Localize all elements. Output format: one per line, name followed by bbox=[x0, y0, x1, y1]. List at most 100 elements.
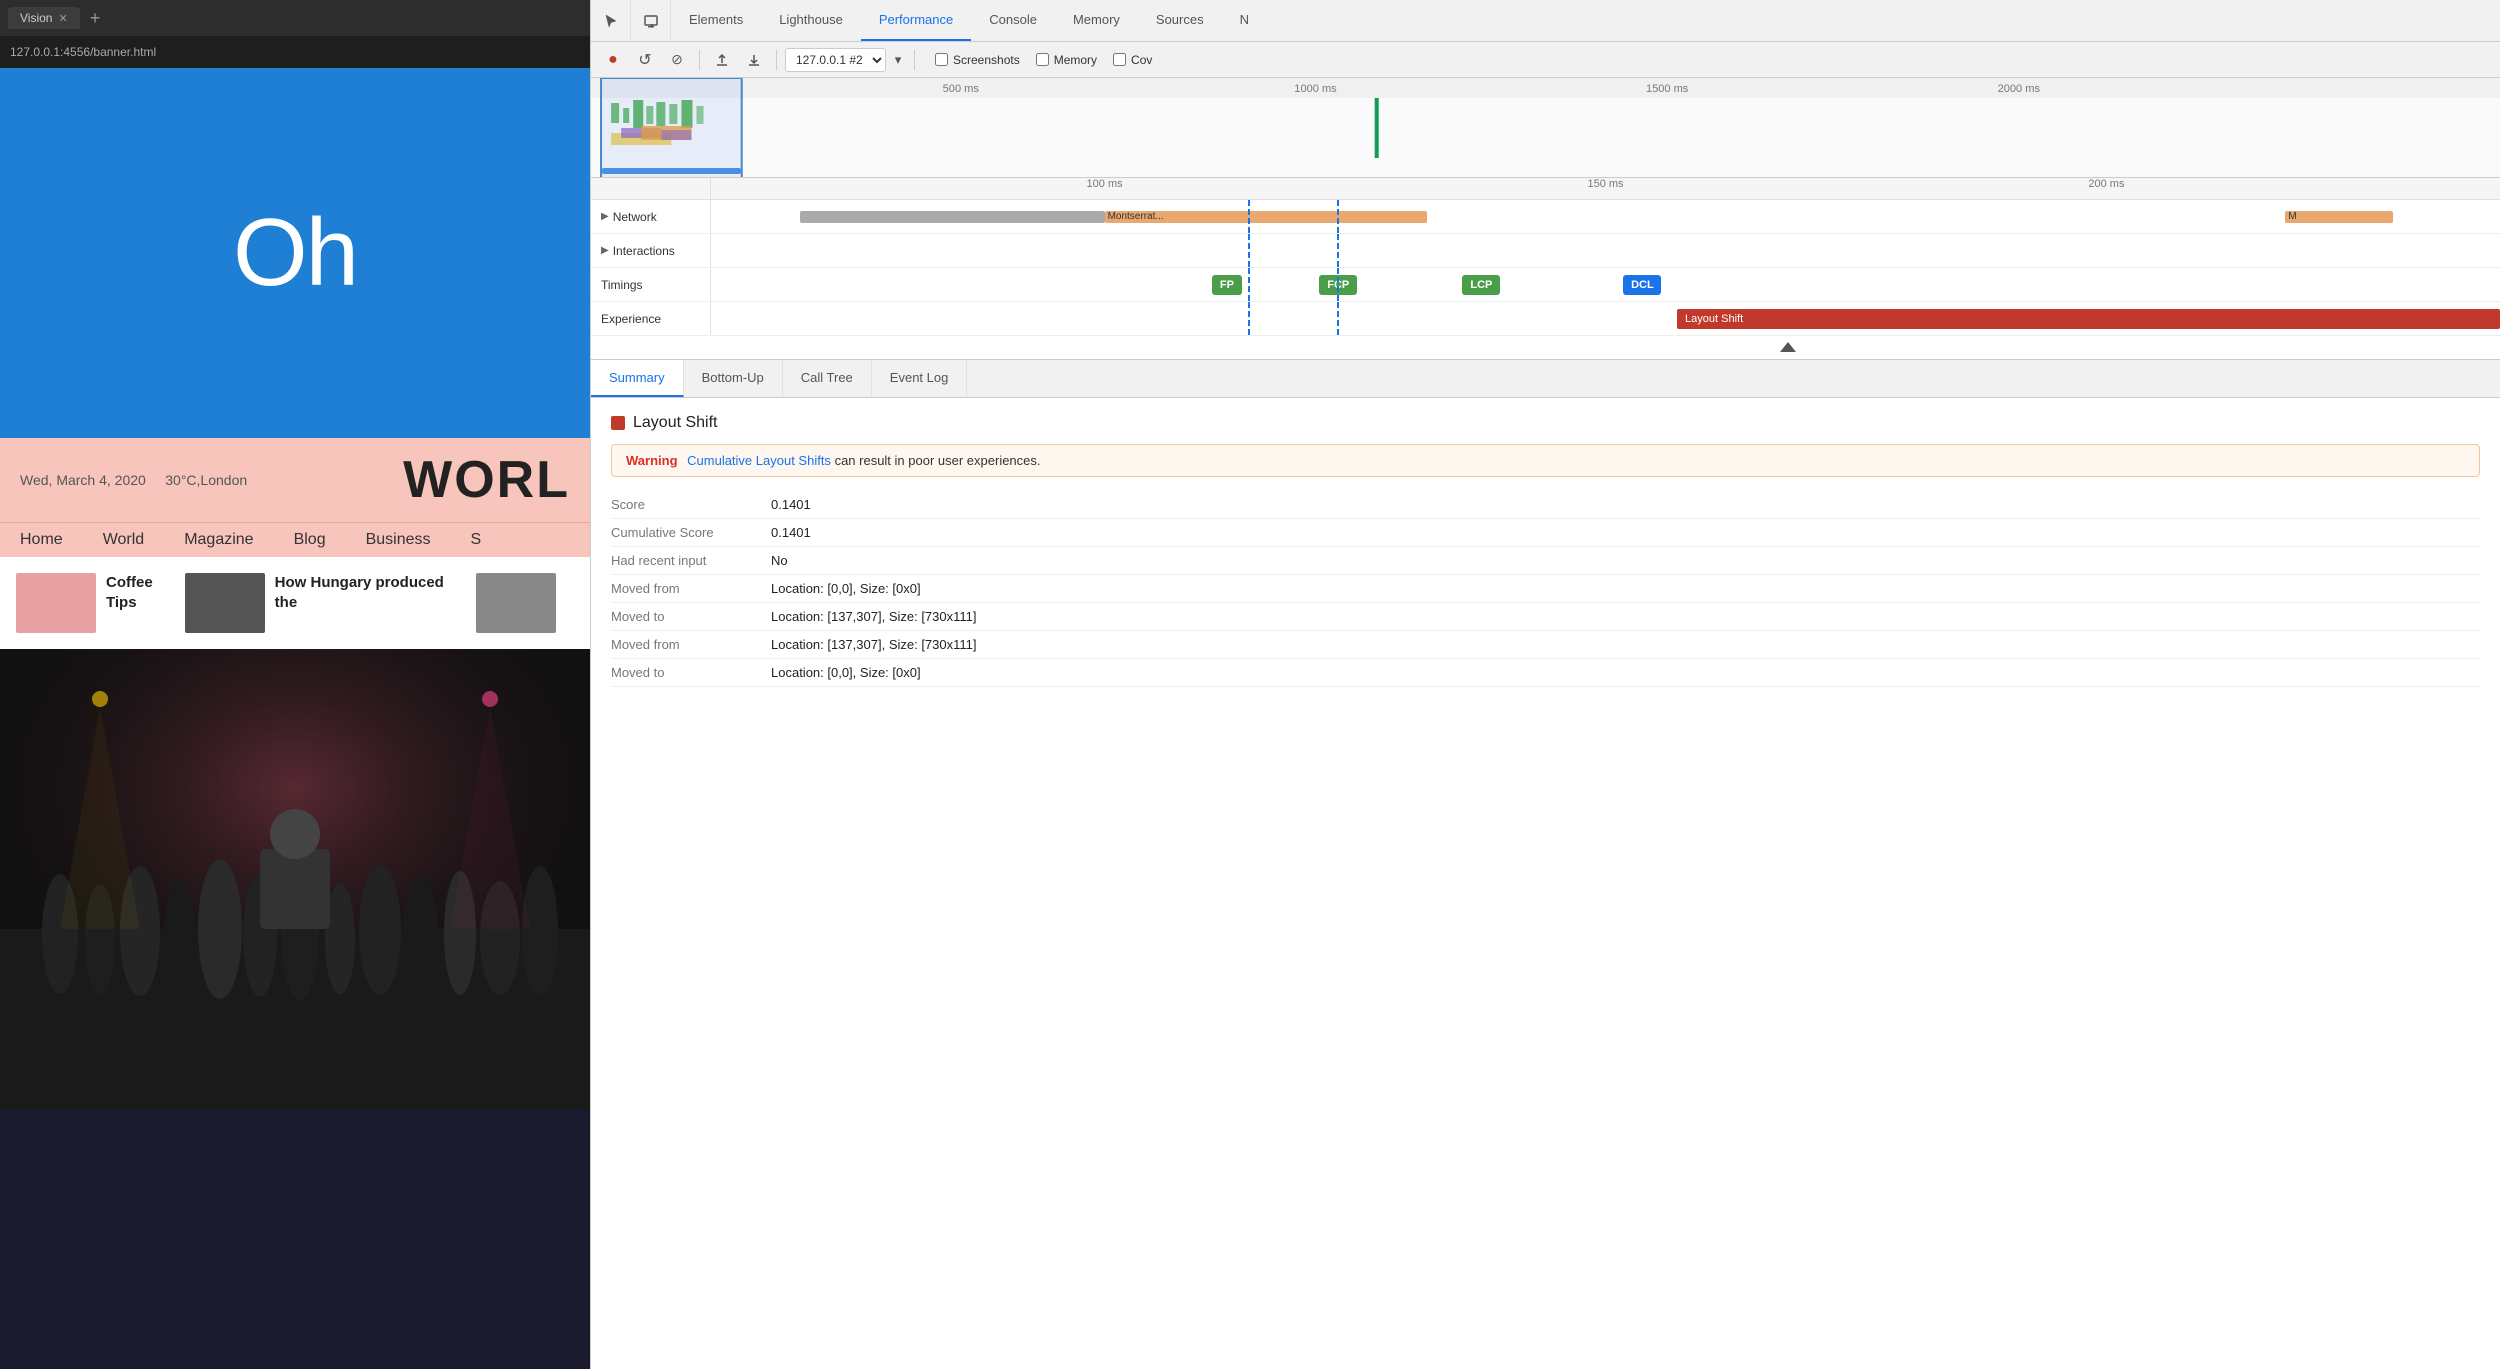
tab-sources[interactable]: Sources bbox=[1138, 0, 1222, 41]
cumulative-score-label: Cumulative Score bbox=[611, 525, 771, 540]
device-icon[interactable] bbox=[631, 0, 671, 41]
screenshots-label: Screenshots bbox=[953, 53, 1020, 67]
profile-dropdown-icon[interactable]: ▾ bbox=[890, 52, 906, 68]
timings-track-label: Timings bbox=[591, 268, 711, 301]
network-track-label[interactable]: ▶ Network bbox=[591, 200, 711, 233]
layout-shift-bar[interactable]: Layout Shift bbox=[1677, 309, 2500, 329]
tab-lighthouse[interactable]: Lighthouse bbox=[761, 0, 861, 41]
moved-from-2-label: Moved from bbox=[611, 637, 771, 652]
interactions-track-label[interactable]: ▶ Interactions bbox=[591, 234, 711, 267]
network-track: ▶ Network Montserrat... M bbox=[591, 200, 2500, 234]
tab-summary[interactable]: Summary bbox=[591, 360, 684, 397]
nav-more[interactable]: S bbox=[471, 531, 482, 549]
tab-elements[interactable]: Elements bbox=[671, 0, 761, 41]
triangle-marker bbox=[1780, 340, 1796, 355]
network-bar-montserrat[interactable]: Montserrat... bbox=[1105, 211, 1427, 223]
warning-link[interactable]: Cumulative Layout Shifts bbox=[687, 453, 831, 468]
cumulative-score-row: Cumulative Score 0.1401 bbox=[611, 519, 2480, 547]
time-200ms: 200 ms bbox=[2088, 178, 2124, 190]
interactions-chevron: ▶ bbox=[601, 245, 609, 256]
tab-console[interactable]: Console bbox=[971, 0, 1055, 41]
nav-blog[interactable]: Blog bbox=[294, 531, 326, 549]
dcl-pill[interactable]: DCL bbox=[1623, 275, 1661, 295]
fp-pill[interactable]: FP bbox=[1212, 275, 1242, 295]
time-100ms: 100 ms bbox=[1087, 178, 1123, 190]
svg-text:2000 ms: 2000 ms bbox=[1998, 83, 2041, 95]
reload-profile-button[interactable]: ↺ bbox=[631, 46, 659, 74]
article-2-title: How Hungary producedthe bbox=[275, 573, 444, 612]
timeline-tracks: ▶ Network Montserrat... M ▶ Interactions bbox=[591, 200, 2500, 360]
browser-tab[interactable]: Vision ✕ bbox=[8, 7, 80, 29]
nav-magazine[interactable]: Magazine bbox=[184, 531, 253, 549]
concert-background bbox=[0, 649, 590, 1109]
screenshots-checkbox-label[interactable]: Screenshots bbox=[935, 53, 1020, 67]
network-track-content: Montserrat... M bbox=[711, 200, 2500, 233]
moved-from-1-label: Moved from bbox=[611, 581, 771, 596]
memory-checkbox-label[interactable]: Memory bbox=[1036, 53, 1097, 67]
record-button[interactable]: ● bbox=[599, 46, 627, 74]
separator-2 bbox=[776, 50, 777, 70]
clear-button[interactable]: ⊘ bbox=[663, 46, 691, 74]
coverage-label: Cov bbox=[1131, 53, 1152, 67]
hero-text: Oh bbox=[233, 198, 357, 308]
tab-close-icon[interactable]: ✕ bbox=[58, 12, 67, 25]
score-value: 0.1401 bbox=[771, 497, 811, 512]
interactions-track: ▶ Interactions bbox=[591, 234, 2500, 268]
recent-input-value: No bbox=[771, 553, 788, 568]
news-header: Wed, March 4, 2020 30°C,London WORL bbox=[0, 438, 590, 522]
nav-business[interactable]: Business bbox=[366, 531, 431, 549]
new-tab-button[interactable]: + bbox=[84, 8, 107, 29]
memory-checkbox[interactable] bbox=[1036, 53, 1049, 66]
download-button[interactable] bbox=[740, 46, 768, 74]
tab-more[interactable]: N bbox=[1222, 0, 1267, 41]
profile-selector[interactable]: 127.0.0.1 #2 bbox=[785, 48, 886, 72]
summary-tab-label: Summary bbox=[609, 370, 665, 385]
warning-label: Warning bbox=[626, 453, 678, 468]
timeline-overview[interactable]: 500 ms 1000 ms 1500 ms 2000 ms bbox=[591, 78, 2500, 178]
moved-to-1-row: Moved to Location: [137,307], Size: [730… bbox=[611, 603, 2480, 631]
date-weather: Wed, March 4, 2020 30°C,London bbox=[20, 472, 247, 488]
article-3 bbox=[460, 573, 572, 633]
network-label: Network bbox=[613, 210, 657, 224]
screenshots-checkbox[interactable] bbox=[935, 53, 948, 66]
article-1-thumb bbox=[16, 573, 96, 633]
tab-event-log[interactable]: Event Log bbox=[872, 360, 968, 397]
tab-bottom-up[interactable]: Bottom-Up bbox=[684, 360, 783, 397]
moved-to-2-value: Location: [0,0], Size: [0x0] bbox=[771, 665, 921, 680]
experience-track-content: Layout Shift bbox=[711, 302, 2500, 335]
article-2-thumb bbox=[185, 573, 265, 633]
svg-text:1000 ms: 1000 ms bbox=[1294, 83, 1337, 95]
coverage-checkbox-label[interactable]: Cov bbox=[1113, 53, 1152, 67]
event-log-tab-label: Event Log bbox=[890, 370, 949, 385]
time-150ms: 150 ms bbox=[1587, 178, 1623, 190]
lcp-pill[interactable]: LCP bbox=[1462, 275, 1500, 295]
call-tree-tab-label: Call Tree bbox=[801, 370, 853, 385]
layout-shift-heading: Layout Shift bbox=[633, 414, 718, 432]
timings-track: Timings FP FCP LCP DCL bbox=[591, 268, 2500, 302]
timings-label: Timings bbox=[601, 278, 643, 292]
warning-banner: Warning Cumulative Layout Shifts can res… bbox=[611, 444, 2480, 477]
date-text: Wed, March 4, 2020 bbox=[20, 472, 146, 488]
tab-call-tree[interactable]: Call Tree bbox=[783, 360, 872, 397]
upload-button[interactable] bbox=[708, 46, 736, 74]
coverage-checkbox[interactable] bbox=[1113, 53, 1126, 66]
cursor-icon[interactable] bbox=[591, 0, 631, 41]
nav-home[interactable]: Home bbox=[20, 531, 63, 549]
weather-text: 30°C,London bbox=[165, 472, 247, 488]
network-bar-m[interactable]: M bbox=[2285, 211, 2392, 223]
devtools-nav: Elements Lighthouse Performance Console … bbox=[591, 0, 2500, 42]
tab-performance[interactable]: Performance bbox=[861, 0, 971, 41]
nav-world[interactable]: World bbox=[103, 531, 145, 549]
network-bar-gray bbox=[800, 211, 1104, 223]
moved-to-2-row: Moved to Location: [0,0], Size: [0x0] bbox=[611, 659, 2480, 687]
tab-memory[interactable]: Memory bbox=[1055, 0, 1138, 41]
separator-3 bbox=[914, 50, 915, 70]
dashed-line-1 bbox=[1248, 200, 1250, 233]
moved-from-1-value: Location: [0,0], Size: [0x0] bbox=[771, 581, 921, 596]
moved-from-2-value: Location: [137,307], Size: [730x111] bbox=[771, 637, 977, 652]
separator-1 bbox=[699, 50, 700, 70]
address-bar: 127.0.0.1:4556/banner.html bbox=[0, 36, 590, 68]
layout-shift-color-indicator bbox=[611, 416, 625, 430]
dashed-line-8 bbox=[1337, 302, 1339, 335]
article-2: How Hungary producedthe bbox=[169, 573, 460, 633]
